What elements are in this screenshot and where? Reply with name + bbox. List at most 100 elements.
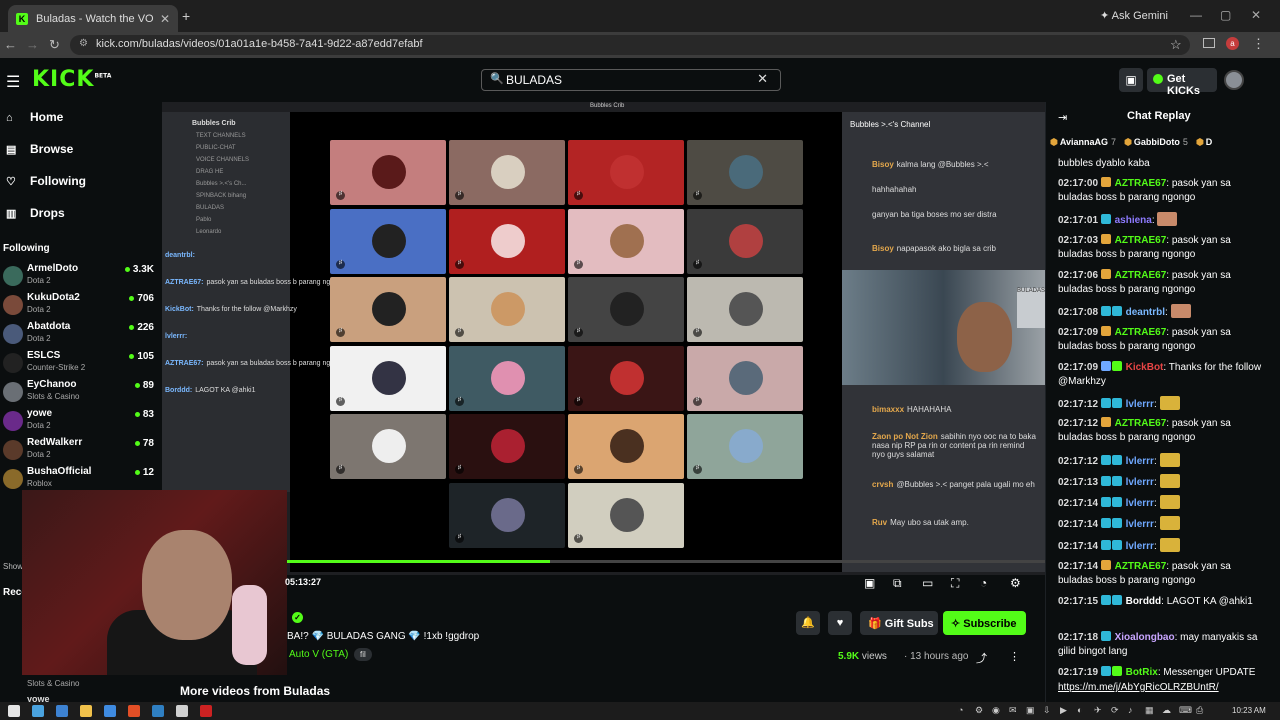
sidebar-channel[interactable]: EyChanoo Slots & Casino 89 [3, 379, 158, 407]
share-icon[interactable]: ⤴ [976, 650, 987, 666]
taskbar-app-icon[interactable] [176, 705, 188, 717]
nav-browse[interactable]: ▤ Browse [6, 142, 73, 156]
site-info-icon[interactable]: ⚙ [79, 38, 88, 49]
tray-icon[interactable]: ▦ [1145, 705, 1154, 716]
sidebar-channel[interactable]: Abatdota Dota 2 226 [3, 321, 158, 349]
sidebar-channel[interactable]: ArmelDoto Dota 2 3.3K [3, 263, 158, 291]
discord-message-user: Ruv [872, 518, 888, 527]
hamburger-menu-icon[interactable]: ☰ [6, 72, 20, 92]
sidebar-channel[interactable]: BushaOfficial Roblox 12 [3, 466, 158, 494]
taskbar-app-icon[interactable] [80, 705, 92, 717]
new-tab-icon[interactable]: + [182, 8, 190, 24]
collapse-chat-icon[interactable]: ⇥ [1058, 111, 1067, 124]
taskbar-app-icon[interactable] [152, 705, 164, 717]
show-more-link[interactable]: Show [3, 562, 23, 571]
minimize-icon[interactable]: — [1190, 8, 1202, 22]
back-icon[interactable]: ← [4, 37, 17, 52]
speed-icon[interactable]: ◔ [980, 576, 987, 590]
tray-icon[interactable]: ⟳ [1111, 705, 1119, 716]
more-options-icon[interactable]: ⋮ [1009, 650, 1020, 663]
tray-icon[interactable]: ▶ [1060, 705, 1067, 716]
notification-bell-button[interactable]: 🔔 [796, 611, 820, 635]
chat-username[interactable]: lvlerrr [1126, 541, 1154, 552]
chat-username[interactable]: AZTRAE67 [1115, 561, 1167, 572]
sidebar-channel[interactable]: KukuDota2 Dota 2 706 [3, 292, 158, 320]
kick-logo[interactable]: KICKBETA [32, 67, 111, 92]
chat-username[interactable]: BotRix [1126, 667, 1158, 678]
taskbar-app-icon[interactable] [56, 705, 68, 717]
close-tab-icon[interactable]: ✕ [160, 12, 170, 26]
tray-icon[interactable]: ⎙ [1196, 705, 1203, 716]
reload-icon[interactable]: ↻ [49, 37, 60, 53]
sidebar-channel[interactable]: RedWalkerr Dota 2 78 [3, 437, 158, 465]
ask-gemini-button[interactable]: ✦ Ask Gemini [1100, 9, 1168, 22]
tray-icon[interactable]: ⌨ [1179, 705, 1192, 716]
chat-username[interactable]: Xioalongbao [1115, 632, 1175, 643]
taskbar-app-icon[interactable] [200, 705, 212, 717]
chat-username[interactable]: AZTRAE67 [1115, 235, 1167, 246]
muted-mic-icon: ♯ [693, 396, 702, 406]
address-bar[interactable]: ⚙ kick.com/buladas/videos/01a01a1e-b458-… [70, 35, 1190, 55]
forward-icon[interactable]: → [26, 37, 39, 52]
theater-mode-icon[interactable]: ▭ [922, 576, 933, 590]
tray-icon[interactable]: ◐ [1077, 705, 1082, 715]
gift-badge-icon: ⬢ [1050, 137, 1058, 147]
chat-username[interactable]: deantrbl [1126, 307, 1165, 318]
sidebar-channel[interactable]: yowe Dota 2 83 [3, 408, 158, 436]
chat-username[interactable]: lvlerrr [1126, 399, 1154, 410]
profile-avatar[interactable]: a [1226, 37, 1239, 50]
chat-username[interactable]: lvlerrr [1126, 498, 1154, 509]
chat-username[interactable]: AZTRAE67 [1115, 178, 1167, 189]
language-tag[interactable]: fil [354, 648, 372, 661]
chat-username[interactable]: Borddd [1126, 596, 1162, 607]
nav-following[interactable]: ♡ Following [6, 174, 86, 188]
maximize-icon[interactable]: ▢ [1220, 8, 1231, 22]
tray-icon[interactable]: ✈ [1094, 705, 1102, 716]
category-link[interactable]: Auto V (GTA) [289, 649, 348, 660]
miniplayer-icon[interactable]: ▣ [864, 576, 875, 590]
subscribe-button[interactable]: ✧ Subscribe [943, 611, 1026, 635]
participant-avatar [610, 360, 644, 395]
search-input[interactable]: 🔍 BULADAS ✕ [481, 69, 781, 91]
chat-username[interactable]: KickBot [1126, 362, 1164, 373]
settings-gear-icon[interactable]: ⚙ [1010, 576, 1021, 590]
clip-icon[interactable]: ⧉ [893, 576, 902, 591]
chat-username[interactable]: ashiena [1115, 215, 1152, 226]
tray-icon[interactable]: ◉ [992, 705, 1000, 716]
clips-icon[interactable]: ▣ [1119, 68, 1143, 92]
taskbar-app-icon[interactable] [8, 705, 20, 717]
cast-icon[interactable] [1203, 38, 1215, 48]
tray-icon[interactable]: ☁ [1162, 705, 1171, 716]
tray-icon[interactable]: ⚙ [975, 705, 983, 716]
tray-icon[interactable]: ◔ [958, 705, 963, 715]
tray-icon[interactable]: ✉ [1009, 705, 1017, 716]
get-kicks-button[interactable]: Get KICKs [1147, 68, 1217, 97]
chat-link[interactable]: https://m.me/j/AbYgRicOLRZBUntR/ [1058, 681, 1268, 695]
os-taskbar [0, 702, 1280, 720]
taskbar-app-icon[interactable] [128, 705, 140, 717]
fullscreen-icon[interactable]: ⛶ [951, 576, 959, 591]
chat-username[interactable]: lvlerrr [1126, 519, 1154, 530]
close-window-icon[interactable]: ✕ [1251, 8, 1261, 22]
nav-home[interactable]: ⌂ Home [6, 110, 63, 124]
tray-icon[interactable]: ♪ [1128, 705, 1133, 715]
user-avatar[interactable] [1224, 70, 1244, 90]
bookmark-star-icon[interactable]: ☆ [1170, 37, 1182, 53]
follow-heart-button[interactable]: ♥ [828, 611, 852, 635]
chat-username[interactable]: lvlerrr [1126, 477, 1154, 488]
browser-menu-icon[interactable]: ⋮ [1252, 36, 1265, 52]
taskbar-app-icon[interactable] [32, 705, 44, 717]
chat-username[interactable]: AZTRAE67 [1115, 270, 1167, 281]
clear-search-icon[interactable]: ✕ [757, 71, 768, 87]
chat-message: 02:17:12 AZTRAE67: pasok yan sa buladas … [1058, 417, 1231, 443]
sidebar-channel[interactable]: ESLCS Counter-Strike 2 105 [3, 350, 158, 378]
browser-tab[interactable]: K Buladas - Watch the VOD on K ✕ [8, 5, 178, 32]
chat-username[interactable]: AZTRAE67 [1115, 418, 1167, 429]
chat-username[interactable]: lvlerrr [1126, 456, 1154, 467]
taskbar-app-icon[interactable] [104, 705, 116, 717]
chat-username[interactable]: AZTRAE67 [1115, 327, 1167, 338]
gift-subs-button[interactable]: 🎁 Gift Subs [860, 611, 938, 635]
tray-icon[interactable]: ⇩ [1043, 705, 1051, 716]
tray-icon[interactable]: ▣ [1026, 705, 1035, 716]
nav-drops[interactable]: ▥ Drops [6, 206, 65, 220]
